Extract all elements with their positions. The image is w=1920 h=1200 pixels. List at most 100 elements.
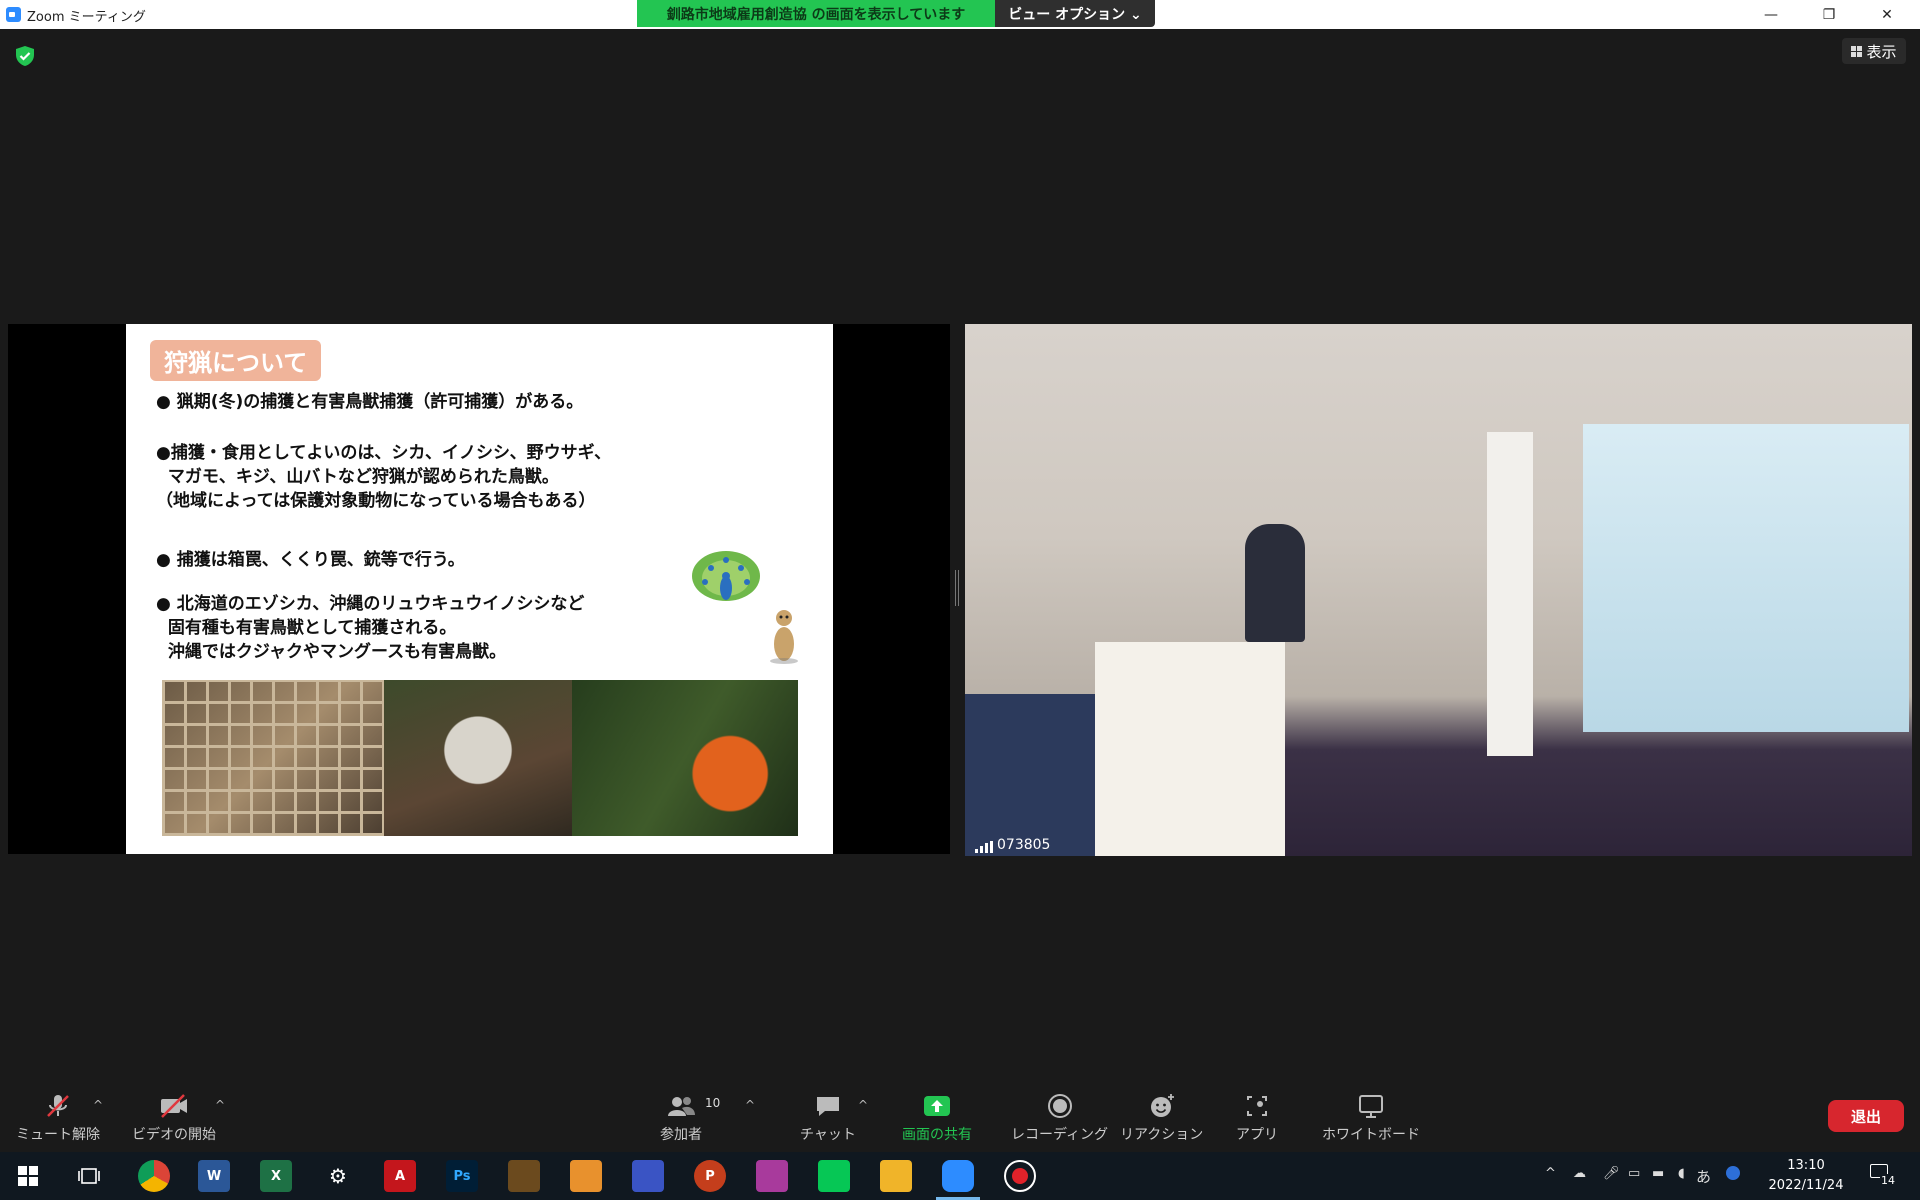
file-explorer-taskbar-icon[interactable] (880, 1160, 912, 1192)
display-tray-icon[interactable]: ▭ (1628, 1166, 1640, 1181)
projection-screen (1583, 424, 1909, 732)
zoom-app-icon (6, 7, 21, 22)
participant-name: 073805 (997, 837, 1051, 853)
reaction-label: リアクション (1120, 1127, 1204, 1143)
network-status-icon[interactable] (1726, 1166, 1740, 1180)
acrobat-taskbar-icon[interactable]: A (384, 1160, 416, 1192)
chat-options-caret[interactable]: ^ (858, 1098, 868, 1112)
clock-time: 13:10 (1787, 1158, 1825, 1173)
apps-button[interactable]: アプリ (1236, 1092, 1278, 1144)
excel-taskbar-icon[interactable]: X (260, 1160, 292, 1192)
deer-in-box-trap-photo (162, 680, 384, 836)
participant-video[interactable]: 073805 (965, 324, 1912, 856)
record-dot-icon (1012, 1168, 1028, 1184)
meeting-toolbar: ミュート解除 ^ ビデオの開始 ^ 参加者 10 ^ チャット ^ 画面の共有 … (0, 1086, 1920, 1148)
signal-strength-icon (975, 841, 993, 853)
record-icon (1047, 1094, 1072, 1118)
microphone-muted-icon (47, 1095, 69, 1117)
app-taskbar-icon-4[interactable] (756, 1160, 788, 1192)
word-taskbar-icon[interactable]: W (198, 1160, 230, 1192)
app-taskbar-icon-1[interactable] (508, 1160, 540, 1192)
whiteboard-icon (1359, 1095, 1383, 1118)
windows-taskbar: W X ⚙ A Ps P ^ ☁ 🎤︎ ▭ ▬ ◖ あ 13:10 2022/1… (0, 1152, 1920, 1200)
chat-label: チャット (800, 1127, 856, 1143)
participants-button[interactable]: 参加者 (660, 1092, 702, 1144)
close-button[interactable]: ✕ (1864, 0, 1910, 29)
cloud-icon[interactable]: ☁ (1573, 1166, 1586, 1181)
smiley-icon (1150, 1094, 1174, 1117)
screen-share-banner: 釧路市地域雇用創造協 の画面を表示しています (637, 0, 995, 27)
powerpoint-taskbar-icon[interactable]: P (694, 1160, 726, 1192)
view-options-button[interactable]: ビュー オプション ⌄ (995, 0, 1155, 27)
record-taskbar-icon[interactable] (1004, 1160, 1036, 1192)
battery-icon[interactable]: ▬ (1652, 1166, 1664, 1181)
peacock-illustration (692, 551, 760, 601)
settings-gear-icon[interactable]: ⚙ (322, 1160, 354, 1192)
ime-indicator[interactable]: あ (1696, 1166, 1711, 1187)
speaker (1245, 524, 1305, 642)
chat-button[interactable]: チャット (800, 1092, 856, 1144)
grid-icon (1851, 45, 1863, 57)
table (965, 694, 1105, 856)
encryption-shield-icon[interactable] (14, 45, 36, 67)
notification-count: 14 (1880, 1174, 1896, 1187)
share-screen-icon (924, 1096, 950, 1116)
mongoose-illustration (770, 610, 798, 664)
taskbar-clock[interactable]: 13:10 2022/11/24 (1756, 1156, 1856, 1196)
participants-icon (668, 1097, 695, 1116)
audio-options-caret[interactable]: ^ (93, 1098, 103, 1112)
slide-bullet-4: ● 北海道のエゾシカ、沖縄のリュウキュウイノシシなど 固有種も有害鳥獣として捕獲… (156, 594, 585, 662)
view-layout-button[interactable]: 表示 (1842, 38, 1906, 64)
apps-icon (1247, 1096, 1267, 1116)
microphone-tray-icon[interactable]: 🎤︎ (1603, 1166, 1620, 1181)
start-video-button[interactable]: ビデオの開始 (132, 1092, 216, 1144)
notification-center-icon[interactable]: 14 (1870, 1164, 1896, 1188)
start-video-label: ビデオの開始 (132, 1127, 216, 1143)
record-label: レコーディング (1011, 1127, 1109, 1143)
snare-trap-photo (384, 680, 572, 836)
speaker-icon[interactable]: ◖ (1678, 1166, 1685, 1181)
hunter-with-gun-photo (572, 680, 798, 836)
panel-resize-handle[interactable] (955, 570, 959, 606)
view-layout-label: 表示 (1866, 42, 1897, 61)
podium (1095, 642, 1285, 856)
photoshop-taskbar-icon[interactable]: Ps (446, 1160, 478, 1192)
participant-name-label: 073805 (975, 837, 1050, 853)
shared-screen: 狩猟について ● 猟期(冬)の捕獲と有害鳥獣捕獲（許可捕獲）がある。 ●捕獲・食… (8, 324, 950, 854)
zoom-taskbar-icon[interactable] (936, 1160, 980, 1200)
task-view-icon[interactable] (78, 1166, 100, 1186)
slide-bullet-2: ●捕獲・食用としてよいのは、シカ、イノシシ、野ウサギ、 マガモ、キジ、山バトなど… (156, 443, 612, 511)
restore-button[interactable]: ❐ (1806, 0, 1852, 29)
participants-options-caret[interactable]: ^ (745, 1098, 755, 1112)
slide-photos (162, 680, 798, 836)
title-bar: Zoom ミーティング 釧路市地域雇用創造協 の画面を表示しています ビュー オ… (0, 0, 1920, 29)
chrome-taskbar-icon[interactable] (138, 1160, 170, 1192)
slide-title: 狩猟について (150, 340, 322, 381)
video-options-caret[interactable]: ^ (215, 1098, 225, 1112)
participants-count: 10 (705, 1096, 721, 1110)
slide-bullet-3: ● 捕獲は箱罠、くくり罠、銃等で行う。 (156, 550, 465, 570)
minimize-button[interactable]: — (1748, 0, 1794, 29)
slide-bullet-1: ● 猟期(冬)の捕獲と有害鳥獣捕獲（許可捕獲）がある。 (156, 392, 584, 412)
line-taskbar-icon[interactable] (818, 1160, 850, 1192)
window-title: Zoom ミーティング (27, 10, 146, 25)
app-taskbar-icon-2[interactable] (570, 1160, 602, 1192)
windows-start-icon[interactable] (18, 1166, 38, 1186)
share-screen-label: 画面の共有 (902, 1127, 972, 1143)
app-taskbar-icon-3[interactable] (632, 1160, 664, 1192)
video-camera-off-icon (161, 1094, 187, 1118)
unmute-label: ミュート解除 (16, 1127, 100, 1143)
whiteboard-label: ホワイトボード (1322, 1127, 1420, 1143)
record-button[interactable]: レコーディング (1011, 1092, 1108, 1144)
unmute-button[interactable]: ミュート解除 (16, 1092, 100, 1144)
chat-icon (816, 1097, 839, 1116)
reaction-button[interactable]: リアクション (1120, 1092, 1203, 1144)
leave-meeting-button[interactable]: 退出 (1828, 1100, 1904, 1132)
presentation-slide: 狩猟について ● 猟期(冬)の捕獲と有害鳥獣捕獲（許可捕獲）がある。 ●捕獲・食… (126, 324, 833, 854)
clock-date: 2022/11/24 (1768, 1178, 1844, 1193)
participants-label: 参加者 (660, 1127, 702, 1143)
seminar-banner (1487, 432, 1533, 756)
tray-chevron-icon[interactable]: ^ (1545, 1166, 1556, 1181)
whiteboard-button[interactable]: ホワイトボード (1322, 1092, 1420, 1144)
share-screen-button[interactable]: 画面の共有 (902, 1092, 972, 1144)
